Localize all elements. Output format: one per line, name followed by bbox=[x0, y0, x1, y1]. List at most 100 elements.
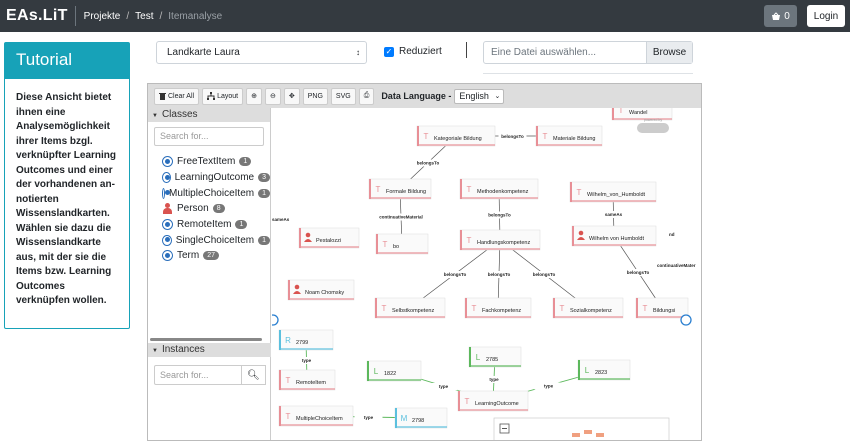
trash-icon bbox=[159, 93, 166, 100]
search-icon: 🔍︎ bbox=[247, 369, 260, 381]
edge-label: continuativeMaterial bbox=[379, 215, 423, 220]
browse-button[interactable]: Browse bbox=[646, 42, 692, 63]
class-item-person[interactable]: Person 8 bbox=[162, 201, 270, 217]
svg-text:T: T bbox=[467, 185, 472, 194]
class-radio-icon bbox=[162, 234, 172, 246]
print-button[interactable]: ⎙ bbox=[358, 87, 375, 105]
graph-node-lo[interactable]: T LearningOutcome bbox=[457, 390, 529, 412]
node-label: Selbstkompetenz bbox=[392, 308, 434, 314]
graph-node-r2799[interactable]: R 2799 bbox=[278, 329, 334, 351]
language-select[interactable]: English ⌄ bbox=[454, 88, 505, 104]
graph-node-wvh1[interactable]: T Wilhelm_von_Humboldt bbox=[569, 181, 657, 203]
knowledge-map-value: Landkarte Laura bbox=[167, 47, 240, 58]
layout-button[interactable]: Layout bbox=[202, 87, 244, 105]
edge-label: continuativeMater bbox=[657, 263, 696, 268]
arrows-icon: ✥ bbox=[288, 93, 295, 100]
class-name: RemoteItem bbox=[177, 219, 232, 231]
graph-node-mk[interactable]: T Methodenkompetenz bbox=[459, 178, 539, 200]
class-item-freetextitem[interactable]: FreeTextItem 1 bbox=[162, 154, 270, 170]
breadcrumb-separator: / bbox=[126, 10, 130, 22]
class-item-multiplechoiceitem[interactable]: MultipleChoiceItem 1 bbox=[162, 185, 270, 201]
graph-node-ri[interactable]: T RemoteItem bbox=[278, 369, 336, 391]
fit-button[interactable]: ✥ bbox=[283, 87, 300, 105]
svg-text:L: L bbox=[374, 367, 379, 376]
instance-search-input[interactable]: Search for... bbox=[154, 365, 242, 385]
graph-node-wandel[interactable]: T Wandel bbox=[611, 108, 673, 121]
zoom-in-button[interactable]: ⊕ bbox=[246, 87, 262, 105]
node-label: 1822 bbox=[384, 371, 396, 377]
tutorial-panel: Tutorial Diese Ansicht bietet ihnen eine… bbox=[4, 42, 130, 329]
graph-node-fb[interactable]: T Formale Bildung bbox=[368, 178, 432, 200]
graph-node-bild[interactable]: T Bildungsi bbox=[635, 297, 689, 319]
graph-node-fk[interactable]: T Fachkompetenz bbox=[464, 297, 532, 319]
class-search-input[interactable]: Search for... bbox=[154, 127, 264, 146]
graph-node-hk[interactable]: T Handlungskompetenz bbox=[459, 229, 541, 251]
graph-node-m2798[interactable]: M 2798 bbox=[394, 407, 448, 429]
svg-text:T: T bbox=[424, 132, 429, 141]
count-badge: 3 bbox=[258, 173, 270, 183]
brand-logo[interactable]: EAs.LiT bbox=[6, 7, 68, 25]
graph-node-kb[interactable]: T Kategoriale Bildung bbox=[416, 125, 496, 147]
svg-text:T: T bbox=[382, 304, 387, 313]
edge-label: belongsTo bbox=[501, 134, 524, 139]
node-label: 2785 bbox=[486, 357, 498, 363]
divider bbox=[466, 42, 467, 58]
login-button[interactable]: Login bbox=[807, 5, 845, 27]
language-value: English bbox=[459, 90, 489, 101]
graph-node-pes[interactable]: Pestalozzi bbox=[298, 227, 360, 249]
export-png-button[interactable]: PNG bbox=[302, 87, 328, 105]
class-radio-icon bbox=[162, 156, 173, 168]
minimap[interactable] bbox=[493, 417, 670, 441]
svg-text:T: T bbox=[467, 236, 472, 245]
horizontal-scrollbar[interactable] bbox=[150, 338, 262, 341]
graph-node-sok[interactable]: T Sozialkompetenz bbox=[552, 297, 624, 319]
reduziert-toggle[interactable]: ✓ Reduziert bbox=[384, 46, 442, 57]
knowledge-map-select[interactable]: Landkarte Laura ↕ bbox=[156, 41, 367, 64]
file-input-placeholder[interactable]: Eine Datei auswählen... bbox=[484, 42, 646, 63]
classes-sidebar: ▼ Classes Search for... FreeTextItem 1 Lea… bbox=[148, 108, 271, 440]
edge-label: nd bbox=[669, 232, 675, 237]
svg-text:T: T bbox=[383, 240, 388, 249]
count-badge: 1 bbox=[239, 157, 252, 167]
class-item-singlechoiceitem[interactable]: SingleChoiceItem 1 bbox=[162, 232, 270, 248]
clear-all-button[interactable]: Clear All bbox=[154, 87, 200, 105]
graph-canvas[interactable]: belongsTo belongsTo continuativeMaterial be… bbox=[272, 108, 702, 441]
graph-node-l2823[interactable]: L 2823 bbox=[577, 359, 631, 381]
graph-node-l2785[interactable]: L 2785 bbox=[468, 346, 522, 368]
graph-node-mci[interactable]: T MultipleChoiceItem bbox=[278, 405, 354, 427]
edge-label: type bbox=[489, 377, 499, 382]
graph-svg[interactable]: belongsTo belongsTo continuativeMaterial be… bbox=[272, 108, 702, 441]
graph-node-l1822[interactable]: L 1822 bbox=[366, 360, 422, 382]
file-input[interactable]: Eine Datei auswählen... Browse bbox=[483, 41, 693, 64]
svg-text:M: M bbox=[401, 414, 408, 423]
graph-node-sk[interactable]: T Selbstkompetenz bbox=[374, 297, 446, 319]
node-label: Materiale Bildung bbox=[553, 136, 596, 142]
class-item-remoteitem[interactable]: RemoteItem 1 bbox=[162, 217, 270, 233]
node-label: Wilhelm von Humboldt bbox=[589, 236, 644, 242]
node-label: RemoteItem bbox=[296, 380, 326, 386]
checkbox-checked-icon[interactable]: ✓ bbox=[384, 46, 394, 57]
breadcrumb-itemanalyse: Itemanalyse bbox=[168, 10, 223, 22]
export-svg-button[interactable]: SVG bbox=[330, 87, 356, 105]
breadcrumb-projekte[interactable]: Projekte bbox=[84, 11, 121, 22]
class-item-learningoutcome[interactable]: LearningOutcome 3 bbox=[162, 170, 270, 186]
node-label: 2799 bbox=[296, 340, 308, 346]
instance-search: Search for... 🔍︎ bbox=[154, 365, 266, 385]
cart-button[interactable]: 0 bbox=[764, 5, 797, 27]
graph-node-nc[interactable]: Noam Chomsky bbox=[287, 279, 355, 301]
class-list: FreeTextItem 1 LearningOutcome 3 MultipleC… bbox=[148, 154, 270, 264]
watermark-logo bbox=[637, 123, 669, 133]
sitemap-icon bbox=[207, 92, 216, 100]
graph-node-wvh2[interactable]: Wilhelm von Humboldt bbox=[571, 225, 657, 247]
resize-handle[interactable] bbox=[680, 314, 692, 326]
resize-handle[interactable] bbox=[272, 314, 279, 326]
instance-search-button[interactable]: 🔍︎ bbox=[242, 365, 266, 385]
classes-header[interactable]: ▼ Classes bbox=[148, 108, 270, 122]
zoom-out-button[interactable]: ⊖ bbox=[264, 87, 281, 105]
class-item-term[interactable]: Term 27 bbox=[162, 248, 270, 264]
graph-node-mb[interactable]: T Materiale Bildung bbox=[535, 125, 603, 147]
instances-header[interactable]: ▼ Instances bbox=[148, 343, 271, 357]
graph-node-bo[interactable]: Tbo bbox=[375, 233, 429, 255]
breadcrumb-test[interactable]: Test bbox=[135, 11, 153, 22]
clear-all-label: Clear All bbox=[168, 92, 195, 100]
